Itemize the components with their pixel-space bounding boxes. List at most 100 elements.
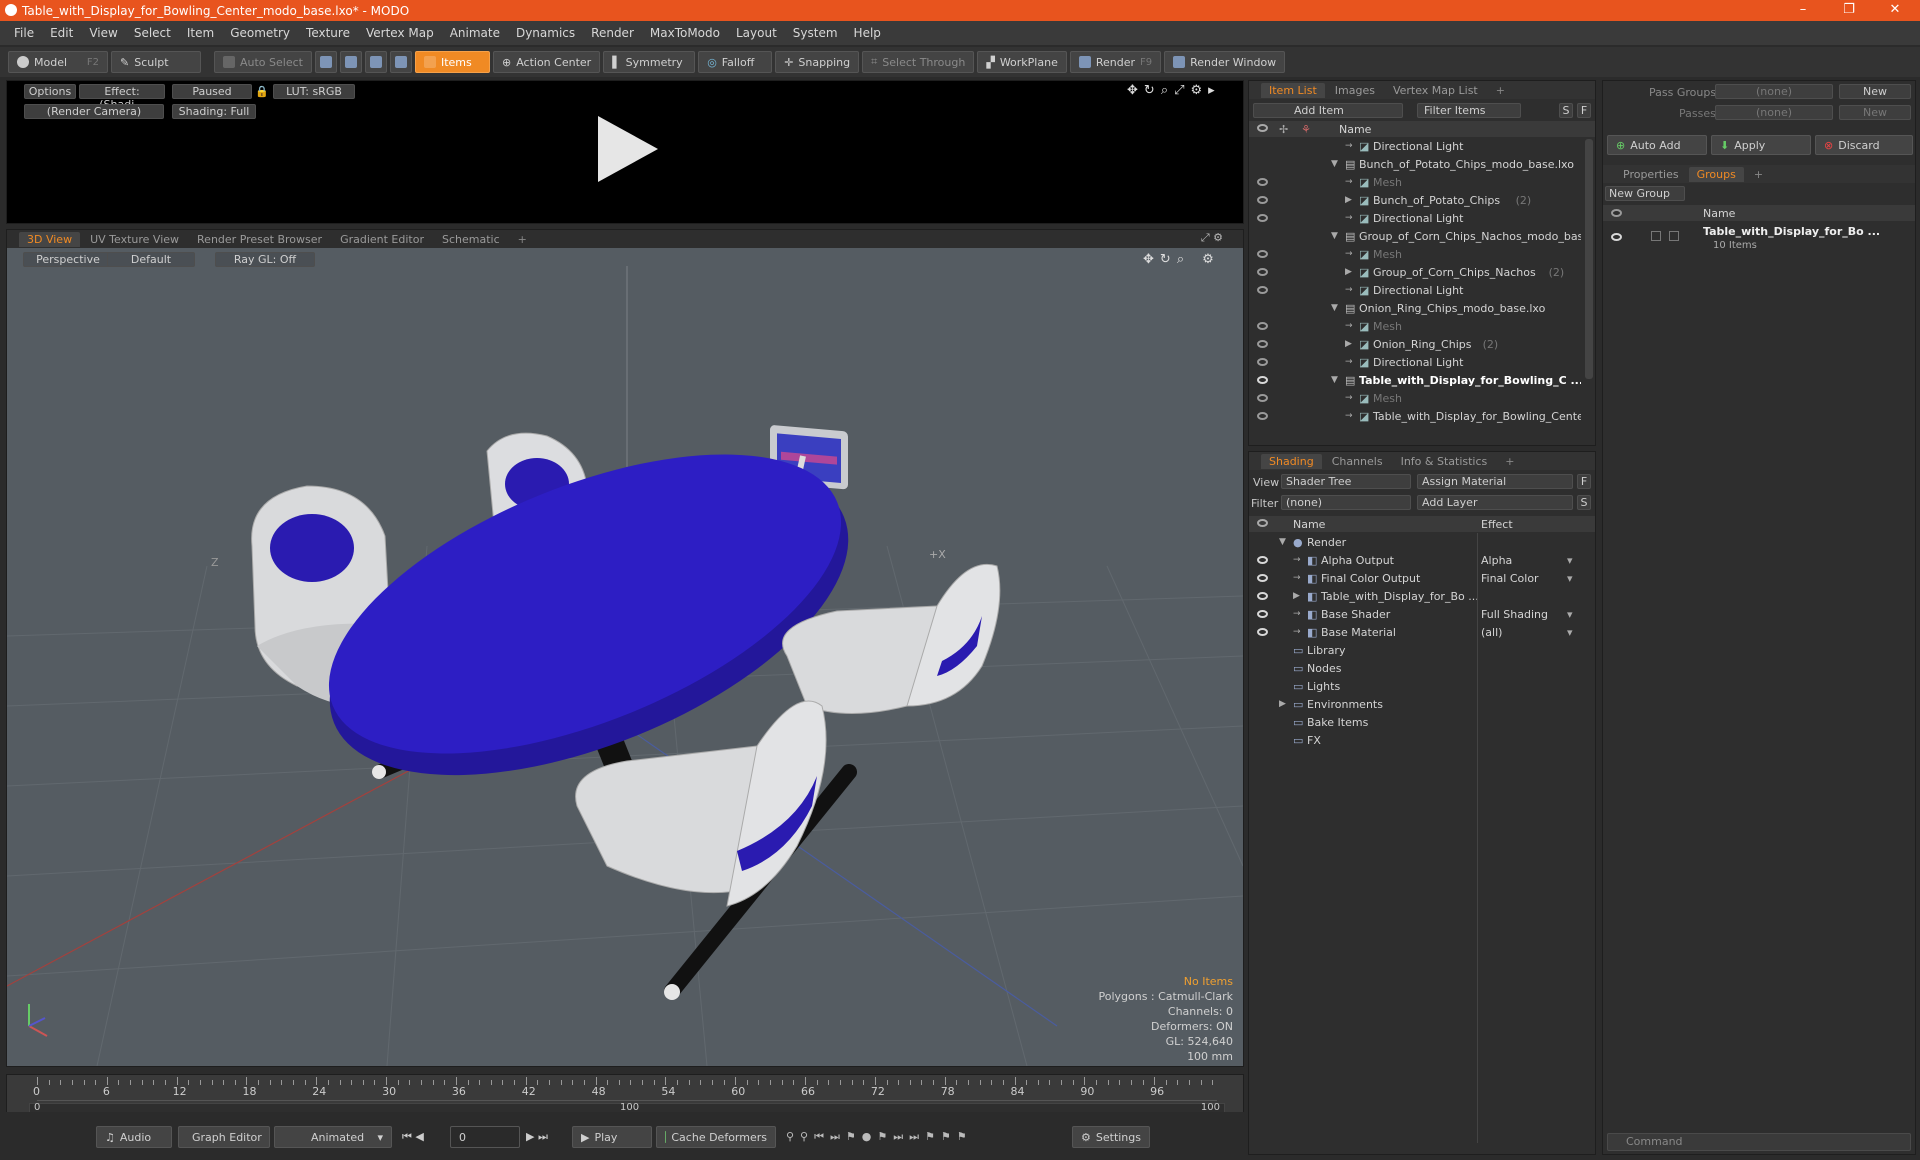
group-item[interactable]: Table_with_Display_for_Bo ... 10 Items <box>1603 225 1915 255</box>
settings-button[interactable]: ⚙ Settings <box>1072 1126 1150 1148</box>
render-window-button[interactable]: Render Window <box>1164 51 1286 73</box>
item-row[interactable]: ▼ ▤ Bunch_of_Potato_Chips_modo_base.lxo <box>1249 155 1581 173</box>
preview-effect-dropdown[interactable]: Effect: (Shadi... <box>79 84 165 111</box>
shader-expand-icon[interactable]: → <box>1293 573 1301 583</box>
menu-animate[interactable]: Animate <box>442 26 508 40</box>
item-list-add-tab[interactable]: + <box>1488 83 1513 98</box>
assign-material-dropdown[interactable]: Assign Material <box>1417 474 1573 489</box>
menu-layout[interactable]: Layout <box>728 26 785 40</box>
view-dropdown[interactable]: Shader Tree <box>1281 474 1411 489</box>
menu-vertex-map[interactable]: Vertex Map <box>358 26 442 40</box>
expand-arrow-icon[interactable]: ▼ <box>1331 159 1338 169</box>
tab-groups[interactable]: Groups <box>1688 166 1744 182</box>
menu-help[interactable]: Help <box>846 26 889 40</box>
shader-expand-icon[interactable]: → <box>1293 627 1301 637</box>
shader-expand-icon[interactable]: ▶ <box>1279 699 1286 709</box>
default-dropdown[interactable]: Default <box>107 252 195 267</box>
play-icon[interactable] <box>592 114 662 184</box>
filter-dropdown[interactable]: (none) <box>1281 495 1411 510</box>
shader-row[interactable]: ▭ Nodes <box>1249 659 1581 677</box>
shader-row[interactable]: ▭ Bake Items <box>1249 713 1581 731</box>
shader-row[interactable]: ▼ ● Render <box>1249 533 1581 551</box>
item-row[interactable]: → ◪ Directional Light <box>1249 353 1581 371</box>
select-through-button[interactable]: ⌗ Select Through <box>862 51 975 73</box>
expand-arrow-icon[interactable]: ▼ <box>1331 231 1338 241</box>
step-forward-icon[interactable]: ▶ ⏭ <box>526 1130 548 1144</box>
item-row[interactable]: → ◪ Mesh <box>1249 389 1581 407</box>
tab-gradient-editor[interactable]: Gradient Editor <box>332 232 432 247</box>
timeline-ruler[interactable]: 0 6 12 18 24 30 36 42 48 54 60 66 72 78 84 90 96 <box>33 1077 1217 1101</box>
menu-item[interactable]: Item <box>179 26 222 40</box>
item-row[interactable]: ▶ ◪ Group_of_Corn_Chips_Nachos (2) <box>1249 263 1581 281</box>
shader-visibility-icon[interactable] <box>1257 556 1268 564</box>
camera-dropdown[interactable]: (Render Camera) <box>24 104 164 119</box>
cache-deformers-button[interactable]: Cache Deformers <box>656 1126 776 1148</box>
item-row[interactable]: ▶ ◪ Bunch_of_Potato_Chips (2) <box>1249 191 1581 209</box>
expand-arrow-icon[interactable]: ▶ <box>1345 339 1352 349</box>
tab-shading[interactable]: Shading <box>1261 453 1322 469</box>
zoom-icon[interactable]: ⌕ <box>1177 252 1184 267</box>
move-icon[interactable]: ✥ <box>1127 83 1138 98</box>
expand-arrow-icon[interactable]: → <box>1345 357 1353 367</box>
add-layer-dropdown[interactable]: Add Layer <box>1417 495 1573 510</box>
items-mode-button[interactable]: Items <box>414 51 490 73</box>
tab-render-preset-browser[interactable]: Render Preset Browser <box>189 232 330 247</box>
expand-arrow-icon[interactable]: ▼ <box>1331 303 1338 313</box>
pass-groups-dropdown[interactable]: (none) <box>1715 84 1833 99</box>
arrow-right-icon[interactable]: ▸ <box>1208 83 1215 98</box>
apply-button[interactable]: ⬇ Apply <box>1711 135 1811 155</box>
graph-editor-button[interactable]: Graph Editor <box>178 1126 270 1148</box>
expand-icon[interactable]: ⤢ ⚙ <box>1201 231 1223 245</box>
material-select-icon[interactable] <box>389 51 412 73</box>
auto-select-button[interactable]: Auto Select <box>214 51 312 73</box>
shader-effect[interactable]: Full Shading <box>1481 608 1548 621</box>
menu-geometry[interactable]: Geometry <box>222 26 298 40</box>
expand-arrow-icon[interactable]: ▶ <box>1345 267 1352 277</box>
zoom-icon[interactable]: ⌕ <box>1161 83 1168 98</box>
effect-chevron-icon[interactable]: ▾ <box>1567 626 1573 639</box>
tab-item-list[interactable]: Item List <box>1261 82 1325 98</box>
preview-paused-button[interactable]: Paused <box>172 84 252 99</box>
item-visibility-icon[interactable] <box>1257 340 1268 348</box>
item-row[interactable]: → ◪ Mesh <box>1249 245 1581 263</box>
menu-dynamics[interactable]: Dynamics <box>508 26 583 40</box>
command-input[interactable]: Command <box>1607 1133 1911 1151</box>
item-visibility-icon[interactable] <box>1257 358 1268 366</box>
model-mode-button[interactable]: Model F2 <box>8 51 108 73</box>
expand-arrow-icon[interactable]: → <box>1345 141 1353 151</box>
vertex-select-icon[interactable] <box>314 51 337 73</box>
groups-add-tab[interactable]: + <box>1746 167 1771 182</box>
item-row[interactable]: → ◪ Directional Light <box>1249 137 1581 155</box>
shader-row[interactable]: ▭ FX <box>1249 731 1581 749</box>
tab-vertex-map-list[interactable]: Vertex Map List <box>1385 83 1486 98</box>
menu-file[interactable]: File <box>6 26 42 40</box>
action-center-button[interactable]: ⊕ Action Center <box>492 51 601 73</box>
item-visibility-icon[interactable] <box>1257 412 1268 420</box>
render-button[interactable]: Render F9 <box>1069 51 1162 73</box>
effect-chevron-icon[interactable]: ▾ <box>1567 608 1573 621</box>
viewport-gear-icon[interactable]: ⚙ <box>1202 252 1214 267</box>
expand-arrow-icon[interactable]: → <box>1345 393 1353 403</box>
play-button[interactable]: ▶ Play <box>572 1126 652 1148</box>
item-row[interactable]: → ◪ Directional Light <box>1249 209 1581 227</box>
frame-input[interactable]: 0 <box>450 1126 520 1148</box>
shader-row[interactable]: → ◧ Base Shader Full Shading ▾ <box>1249 605 1581 623</box>
expand-arrow-icon[interactable]: ▼ <box>1331 375 1338 385</box>
item-list-scrollbar[interactable] <box>1585 139 1593 379</box>
expand-arrow-icon[interactable]: → <box>1345 321 1353 331</box>
filter-items-input[interactable]: Filter Items <box>1417 103 1521 118</box>
shader-visibility-icon[interactable] <box>1257 592 1268 600</box>
sculpt-mode-button[interactable]: ✎ Sculpt <box>111 51 201 73</box>
item-visibility-icon[interactable] <box>1257 250 1268 258</box>
shader-visibility-icon[interactable] <box>1257 628 1268 636</box>
menu-system[interactable]: System <box>785 26 846 40</box>
add-item-dropdown[interactable]: Add Item <box>1253 103 1403 118</box>
item-row[interactable]: ▶ ◪ Onion_Ring_Chips (2) <box>1249 335 1581 353</box>
raygl-dropdown[interactable]: Ray GL: Off <box>215 252 315 267</box>
shader-row[interactable]: → ◧ Base Material (all) ▾ <box>1249 623 1581 641</box>
orbit-icon[interactable]: ↻ <box>1160 252 1171 267</box>
shading-add-tab[interactable]: + <box>1497 454 1522 469</box>
polygon-select-icon[interactable] <box>364 51 387 73</box>
shader-row[interactable]: → ◧ Final Color Output Final Color ▾ <box>1249 569 1581 587</box>
item-visibility-icon[interactable] <box>1257 268 1268 276</box>
